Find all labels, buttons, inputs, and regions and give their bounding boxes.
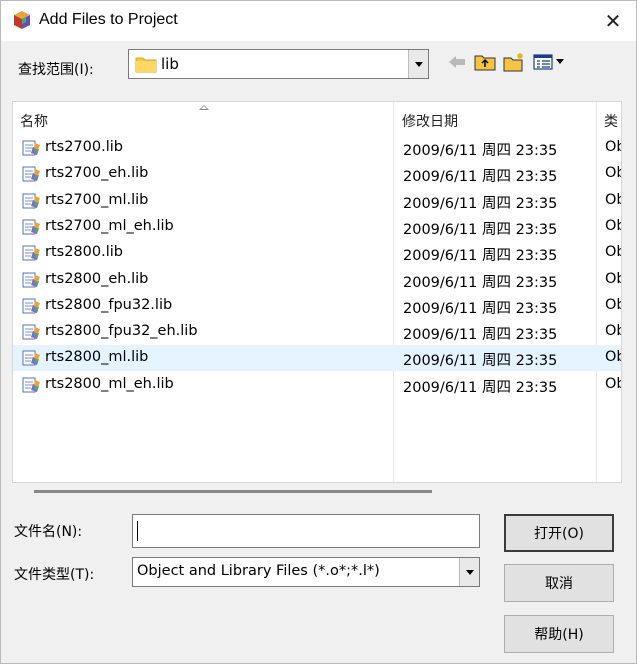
file-date: 2009/6/11 周四 23:35 [403, 327, 558, 344]
file-name: rts2800.lib [45, 244, 123, 261]
file-type: Ob [605, 139, 621, 155]
new-folder-icon [503, 53, 523, 72]
view-menu-button[interactable] [531, 51, 569, 73]
file-date: 2009/6/11 周四 23:35 [403, 300, 558, 317]
text-caret [137, 521, 138, 541]
close-button[interactable]: ✕ [590, 1, 636, 41]
file-name: rts2800_ml_eh.lib [45, 375, 174, 392]
horizontal-scrollbar-thumb[interactable] [34, 490, 432, 493]
library-file-icon [22, 376, 42, 394]
filetype-value: Object and Library Files (*.o*;*.l*) [137, 563, 380, 579]
folder-icon [135, 57, 157, 73]
file-type: Ob [605, 375, 621, 392]
file-name: rts2700_ml.lib [45, 191, 149, 208]
app-cube-icon [14, 11, 30, 29]
library-file-icon [22, 349, 42, 367]
column-header-date[interactable]: 修改日期 [402, 102, 458, 134]
help-button[interactable]: 帮助(H) [504, 615, 614, 653]
library-file-icon [22, 271, 42, 289]
look-in-dropdown[interactable]: lib [128, 49, 429, 79]
add-files-dialog: Add Files to Project ✕ 查找范围(I): lib 名称 修… [0, 0, 637, 664]
up-folder-button[interactable] [473, 51, 497, 73]
file-type: Ob [605, 323, 621, 340]
look-in-dropdown-arrow[interactable] [408, 50, 428, 78]
file-type: Ob [605, 165, 621, 182]
library-file-icon [22, 323, 42, 341]
window-title: Add Files to Project [39, 11, 178, 28]
file-date: 2009/6/11 周四 23:35 [403, 221, 558, 238]
file-name: rts2800_eh.lib [45, 270, 149, 287]
filetype-dropdown-arrow[interactable] [459, 558, 479, 586]
look-in-label: 查找范围(I): [18, 62, 94, 78]
file-name: rts2700_eh.lib [45, 165, 149, 182]
file-type: Ob [605, 349, 621, 366]
column-header-name[interactable]: 名称 [20, 102, 48, 134]
close-icon: ✕ [604, 9, 622, 33]
chevron-down-icon [465, 569, 474, 575]
library-file-icon [22, 165, 42, 183]
file-name: rts2800_fpu32.lib [45, 296, 173, 313]
file-type: Ob [605, 296, 621, 313]
file-row[interactable]: rts2800_ml_eh.lib 2009/6/11 周四 23:35 Ob [13, 372, 621, 398]
file-row[interactable]: rts2800_eh.lib 2009/6/11 周四 23:35 Ob [13, 267, 621, 293]
file-row[interactable]: rts2700_ml.lib 2009/6/11 周四 23:35 Ob [13, 188, 621, 214]
file-row[interactable]: rts2800_fpu32_eh.lib 2009/6/11 周四 23:35 Ob [13, 319, 621, 345]
file-row[interactable]: rts2800_fpu32.lib 2009/6/11 周四 23:35 Ob [13, 293, 621, 319]
cancel-button[interactable]: 取消 [504, 564, 614, 602]
file-type: Ob [605, 244, 621, 261]
file-row[interactable]: rts2700_eh.lib 2009/6/11 周四 23:35 Ob [13, 161, 621, 187]
new-folder-button[interactable] [502, 51, 526, 73]
file-date: 2009/6/11 周四 23:35 [403, 353, 558, 370]
file-name: rts2800_ml.lib [45, 349, 149, 366]
file-name: rts2700.lib [45, 139, 123, 155]
library-file-icon [22, 244, 42, 262]
file-list[interactable]: 名称 修改日期 类 rts2700.lib 2009/6/11 周四 23:35 O… [12, 101, 622, 483]
file-date: 2009/6/11 周四 23:35 [403, 169, 558, 186]
file-date: 2009/6/11 周四 23:35 [403, 274, 558, 291]
file-type: Ob [605, 270, 621, 287]
file-row[interactable]: rts2700.lib 2009/6/11 周四 23:35 Ob [13, 135, 621, 161]
view-menu-icon [533, 54, 564, 70]
file-date: 2009/6/11 周四 23:35 [403, 143, 558, 159]
look-in-value: lib [161, 55, 179, 73]
file-type: Ob [605, 191, 621, 208]
back-button[interactable] [445, 51, 469, 73]
library-file-icon [22, 139, 42, 157]
open-button[interactable]: 打开(O) [504, 514, 614, 552]
sort-ascending-icon [199, 105, 209, 110]
file-date: 2009/6/11 周四 23:35 [403, 379, 558, 396]
up-folder-icon [474, 55, 496, 71]
file-name: rts2800_fpu32_eh.lib [45, 323, 198, 340]
file-name: rts2700_ml_eh.lib [45, 217, 174, 234]
column-header-type[interactable]: 类 [604, 102, 618, 134]
title-bar: Add Files to Project ✕ [1, 1, 636, 41]
file-row[interactable]: rts2700_ml_eh.lib 2009/6/11 周四 23:35 Ob [13, 214, 621, 240]
filetype-dropdown[interactable]: Object and Library Files (*.o*;*.l*) [132, 557, 480, 587]
library-file-icon [22, 218, 42, 236]
file-date: 2009/6/11 周四 23:35 [403, 248, 558, 265]
file-type: Ob [605, 217, 621, 234]
library-file-icon [22, 192, 42, 210]
library-file-icon [22, 297, 42, 315]
back-arrow-icon [449, 56, 465, 68]
filename-label: 文件名(N): [14, 524, 83, 540]
filetype-label: 文件类型(T): [14, 567, 95, 583]
chevron-down-icon [414, 61, 423, 67]
file-row[interactable]: rts2800.lib 2009/6/11 周四 23:35 Ob [13, 240, 621, 266]
file-row[interactable]: rts2800_ml.lib 2009/6/11 周四 23:35 Ob [13, 345, 621, 372]
filename-input[interactable] [132, 514, 480, 548]
file-date: 2009/6/11 周四 23:35 [403, 195, 558, 212]
